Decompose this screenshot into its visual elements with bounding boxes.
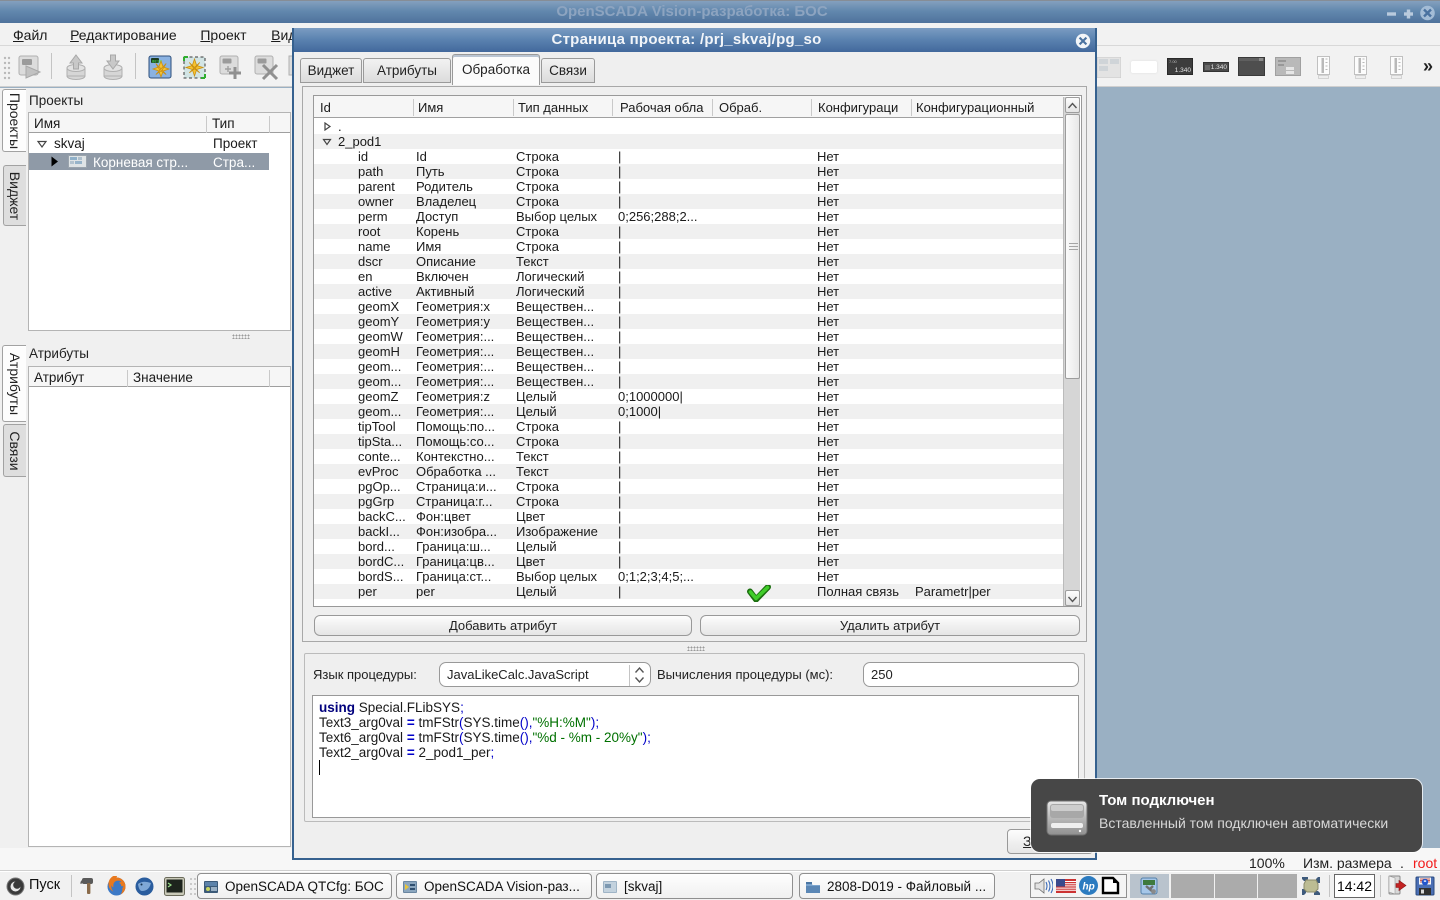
svg-text:hp: hp — [1083, 882, 1095, 893]
